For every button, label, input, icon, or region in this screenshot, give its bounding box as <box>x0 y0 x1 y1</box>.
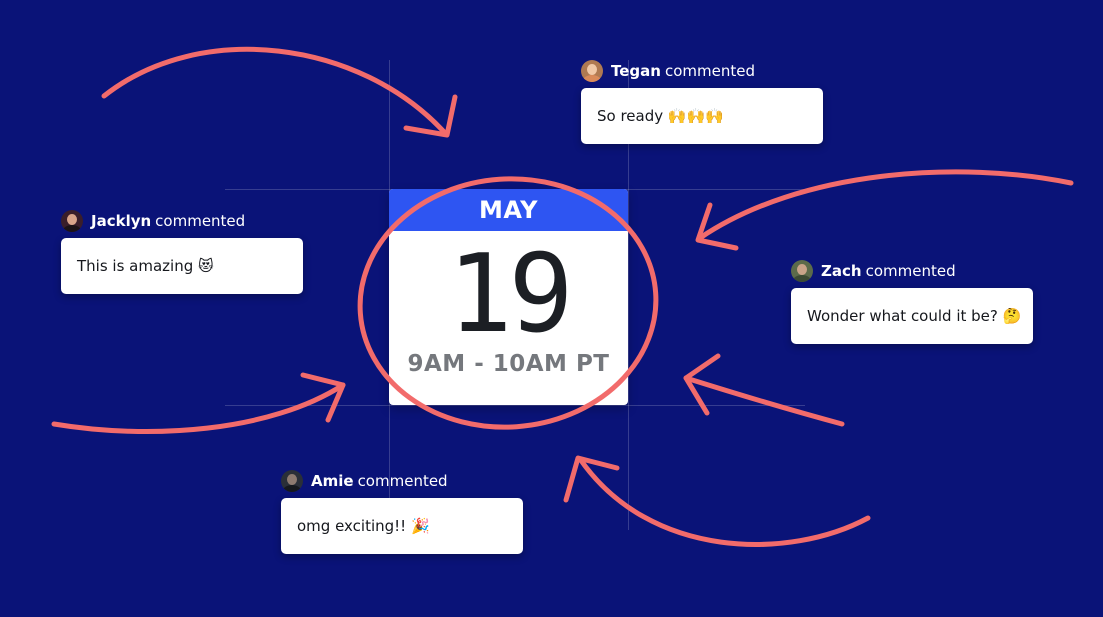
arrow-right-top-head <box>695 202 739 251</box>
arrow-left-bottom <box>51 382 346 434</box>
avatar-zach <box>791 260 813 282</box>
commenter-name: Amie <box>311 472 354 490</box>
comment-jacklyn: Jacklyn commented This is amazing 😻 <box>61 209 303 294</box>
comment-header: Zach commented <box>791 259 1033 283</box>
arrow-top-left <box>101 46 448 136</box>
avatar-jacklyn <box>61 210 83 232</box>
arrow-right-top <box>697 169 1074 241</box>
comment-action: commented <box>664 62 755 80</box>
comment-action: commented <box>357 472 448 490</box>
comment-header: Jacklyn commented <box>61 209 303 233</box>
calendar-day: 19 <box>447 232 573 357</box>
arrow-bottom <box>577 456 871 547</box>
commenter-name: Zach <box>821 262 862 280</box>
comment-header: Tegan commented <box>581 59 823 83</box>
commenter-name: Jacklyn <box>91 212 152 230</box>
comment-tegan: Tegan commented So ready 🙌🙌🙌 <box>581 59 823 144</box>
arrow-top-left-head <box>403 94 458 138</box>
comment-header: Amie commented <box>281 469 523 493</box>
comment-action: commented <box>865 262 956 280</box>
commenter-name: Tegan <box>611 62 661 80</box>
arrow-right-bottom <box>683 375 845 427</box>
comment-bubble: This is amazing 😻 <box>61 238 303 294</box>
calendar-time: 9AM - 10AM PT <box>407 351 610 377</box>
guide-line-bottom <box>225 405 805 406</box>
arrow-left-bottom-head <box>300 372 346 423</box>
calendar-month: MAY <box>389 189 628 231</box>
comment-action: commented <box>155 212 246 230</box>
hero-canvas: MAY 19 9AM - 10AM PT Tegan commented So … <box>0 0 1103 617</box>
avatar-tegan <box>581 60 603 82</box>
calendar-card: MAY 19 9AM - 10AM PT <box>389 189 628 405</box>
avatar-amie <box>281 470 303 492</box>
comment-bubble: So ready 🙌🙌🙌 <box>581 88 823 144</box>
comment-amie: Amie commented omg exciting!! 🎉 <box>281 469 523 554</box>
comment-bubble: omg exciting!! 🎉 <box>281 498 523 554</box>
arrow-bottom-head <box>563 455 620 503</box>
comment-zach: Zach commented Wonder what could it be? … <box>791 259 1033 344</box>
comment-bubble: Wonder what could it be? 🤔 <box>791 288 1033 344</box>
